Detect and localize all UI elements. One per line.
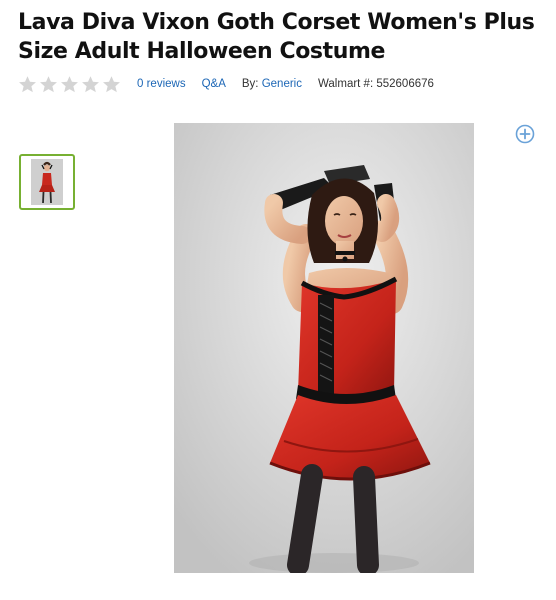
zoom-in-plus-icon <box>515 124 535 144</box>
star-empty-icon <box>103 75 120 92</box>
product-meta-row: 0 reviews Q&A By: Generic Walmart #: 552… <box>18 74 434 94</box>
star-empty-icon <box>19 75 36 92</box>
brand-link[interactable]: Generic <box>262 78 302 90</box>
qa-link[interactable]: Q&A <box>202 78 226 90</box>
star-empty-icon <box>40 75 57 92</box>
star-empty-icon <box>61 75 78 92</box>
star-empty-icon <box>82 75 99 92</box>
gallery-thumbnail[interactable] <box>19 154 75 210</box>
costume-photo <box>174 123 474 573</box>
product-title: Lava Diva Vixon Goth Corset Women's Plus… <box>18 10 535 64</box>
reviews-link[interactable]: 0 reviews <box>137 78 186 90</box>
walmart-item-number: Walmart #: 552606676 <box>317 78 434 90</box>
rating-stars[interactable] <box>18 75 121 94</box>
thumbnail-image <box>31 159 63 205</box>
brand-byline: By: Generic <box>242 78 302 90</box>
zoom-in-button[interactable] <box>515 124 535 144</box>
main-product-image[interactable] <box>174 123 474 573</box>
by-label: By: <box>241 78 259 90</box>
